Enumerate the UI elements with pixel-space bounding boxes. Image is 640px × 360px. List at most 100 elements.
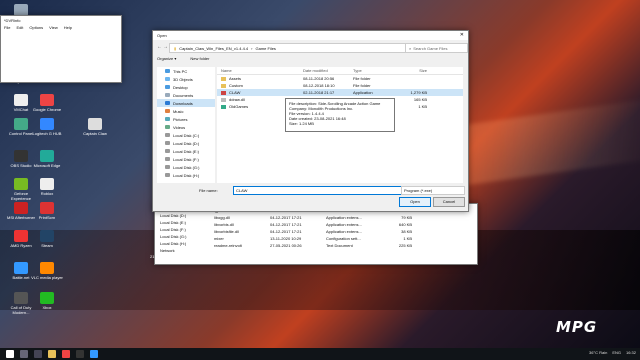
file-explorer-icon[interactable] xyxy=(48,350,56,358)
explorer-row[interactable]: libvorbisfile.dll 04-12-2017 17:21 Applica… xyxy=(214,228,412,235)
app-icon xyxy=(40,292,54,304)
notepad-titlebar[interactable]: ​*DVRinfo xyxy=(1,16,121,24)
col-type[interactable]: Type xyxy=(353,68,397,73)
nav-item[interactable]: Local Disk (H:) xyxy=(156,240,204,247)
nav-item[interactable]: Local Disk (F:) xyxy=(156,226,204,233)
explorer-nav-pane: Local Disk (C:)Local Disk (D:)Local Disk… xyxy=(156,205,204,254)
desktop-icon[interactable]: PrintScrn xyxy=(30,202,64,220)
nav-item[interactable]: Network xyxy=(156,247,204,254)
tree-item[interactable]: Local Disk (D:) xyxy=(157,139,215,147)
explorer-row[interactable]: readme-reinvolt 27-05-2021 00:26 Text Docu… xyxy=(214,242,412,249)
weather-text[interactable]: 36°C Rain xyxy=(589,350,607,355)
obs-icon[interactable] xyxy=(76,350,84,358)
clock[interactable]: 16:32 xyxy=(626,350,636,355)
file-row[interactable]: CLAW 02-11-2018 21:17 Application 1,279 KB xyxy=(217,89,463,96)
back-arrow-icon[interactable]: ← xyxy=(157,44,162,50)
file-row[interactable]: Custom 08-12-2018 18:10 File folder xyxy=(217,82,463,89)
file-row[interactable]: Assets 08-11-2018 20:56 File folder xyxy=(217,75,463,82)
menu-edit[interactable]: Edit xyxy=(16,25,23,30)
menu-options[interactable]: Options xyxy=(29,25,43,30)
cancel-button[interactable]: Cancel xyxy=(433,197,465,207)
tree-item[interactable]: Downloads xyxy=(157,99,215,107)
tree-item[interactable]: Local Disk (C:) xyxy=(157,131,215,139)
col-size[interactable]: Size xyxy=(397,68,427,73)
tree-item[interactable]: Local Disk (G:) xyxy=(157,163,215,171)
language-indicator[interactable]: ENG xyxy=(612,350,621,355)
tree-item[interactable]: Local Disk (H:) xyxy=(157,171,215,179)
nav-item[interactable]: Local Disk (G:) xyxy=(156,233,204,240)
tree-item-label: Local Disk (E:) xyxy=(173,148,200,154)
nav-item[interactable]: Local Disk (D:) xyxy=(156,212,204,219)
desktop-icon[interactable]: Google Chrome xyxy=(30,94,64,112)
file-name-text: CLAW xyxy=(229,90,241,95)
start-icon[interactable] xyxy=(6,350,14,358)
file-icon xyxy=(221,97,226,102)
app-icon xyxy=(40,118,54,130)
explorer-row[interactable]: libogg.dll 04-12-2017 17:21 Application ex… xyxy=(214,214,412,221)
breadcrumb-current[interactable]: Game Files xyxy=(255,46,275,51)
tree-item-icon xyxy=(165,93,170,97)
tree-item-label: Local Disk (H:) xyxy=(173,172,200,178)
chrome-icon[interactable] xyxy=(62,350,70,358)
notepad-icon[interactable] xyxy=(90,350,98,358)
explorer-row[interactable]: mixer 13-11-2020 10:29 Configuration sett.… xyxy=(214,235,412,242)
row-name: libvorbis.dll xyxy=(214,222,234,227)
search-icon[interactable] xyxy=(20,350,28,358)
desktop-icon[interactable]: Captain Claw xyxy=(78,118,112,136)
tree-item[interactable]: Desktop xyxy=(157,83,215,91)
desktop-icon[interactable]: Xbox xyxy=(30,292,64,310)
menu-view[interactable]: View xyxy=(49,25,58,30)
tree-item[interactable]: Music xyxy=(157,107,215,115)
explorer-file-list: lgpl-3.023-02-2021 13:07Text Document8 K… xyxy=(214,207,412,249)
tree-item[interactable]: Videos xyxy=(157,123,215,131)
desktop-icon[interactable]: Steam xyxy=(30,230,64,248)
tree-item[interactable]: Pictures xyxy=(157,115,215,123)
menu-file[interactable]: File xyxy=(4,25,10,30)
tree-item-label: Pictures xyxy=(173,116,188,122)
tree-item[interactable]: 3D Objects xyxy=(157,75,215,83)
explorer-row[interactable]: libvorbis.dll 04-12-2017 17:21 Application… xyxy=(214,221,412,228)
col-name[interactable]: Name xyxy=(217,68,303,73)
file-type: Application xyxy=(353,90,373,95)
close-icon[interactable]: ✕ xyxy=(460,32,464,38)
desktop-icon[interactable]: VLC media player xyxy=(30,262,64,280)
row-type: Application extens... xyxy=(326,222,362,227)
nav-item[interactable]: Local Disk (E:) xyxy=(156,219,204,226)
filetype-select[interactable]: Program (*.exe) xyxy=(401,186,465,195)
desktop-icon-label: Roblox xyxy=(40,191,54,196)
app-icon xyxy=(40,94,54,106)
filename-input[interactable]: CLAW xyxy=(233,186,403,195)
col-date[interactable]: Date modified xyxy=(303,68,353,73)
notepad-window[interactable]: ​*DVRinfo File Edit Options View Help xyxy=(0,15,122,83)
desktop-icon[interactable]: Logitech G HUB xyxy=(30,118,64,136)
desktop-icon-label: Xbox xyxy=(42,305,52,310)
task-view-icon[interactable] xyxy=(34,350,42,358)
tree-item[interactable]: Local Disk (F:) xyxy=(157,155,215,163)
new-folder-button[interactable]: New folder xyxy=(190,56,209,61)
tree-item-label: Documents xyxy=(173,92,194,98)
folder-icon: ▮ xyxy=(174,45,177,51)
notepad-menubar: File Edit Options View Help xyxy=(1,24,121,31)
desktop-icon[interactable]: Microsoft Edge xyxy=(30,150,64,168)
tree-item[interactable]: Local Disk (E:) xyxy=(157,147,215,155)
forward-arrow-icon[interactable]: → xyxy=(163,44,168,50)
open-dialog-titlebar[interactable]: Open ✕ xyxy=(153,31,468,40)
menu-help[interactable]: Help xyxy=(64,25,72,30)
list-header: Name Date modified Type Size xyxy=(217,67,463,75)
breadcrumb-folder[interactable]: Captain_Claw_Win_Files_EN_v1.4.4.4 xyxy=(179,46,248,51)
tree-item-label: Local Disk (D:) xyxy=(173,140,200,146)
organize-button[interactable]: Organize ▾ xyxy=(157,56,176,61)
desktop-icon-label: Steam xyxy=(41,243,53,248)
desktop-icon[interactable]: Roblox xyxy=(30,178,64,196)
row-size: 79 KB xyxy=(401,215,412,220)
filename-label: File name: xyxy=(199,188,218,193)
address-bar[interactable]: ▮ Captain_Claw_Win_Files_EN_v1.4.4.4 › G… xyxy=(169,43,407,53)
tree-item[interactable]: This PC xyxy=(157,67,215,75)
search-input[interactable]: ⌕ Search Game Files xyxy=(405,43,468,53)
open-button[interactable]: Open xyxy=(399,197,431,207)
file-icon xyxy=(221,83,226,88)
app-icon xyxy=(40,262,54,274)
row-date: 27-05-2021 00:26 xyxy=(270,243,302,248)
open-dialog[interactable]: Open ✕ ← → ▮ Captain_Claw_Win_Files_EN_v… xyxy=(152,30,469,212)
tree-item[interactable]: Documents xyxy=(157,91,215,99)
